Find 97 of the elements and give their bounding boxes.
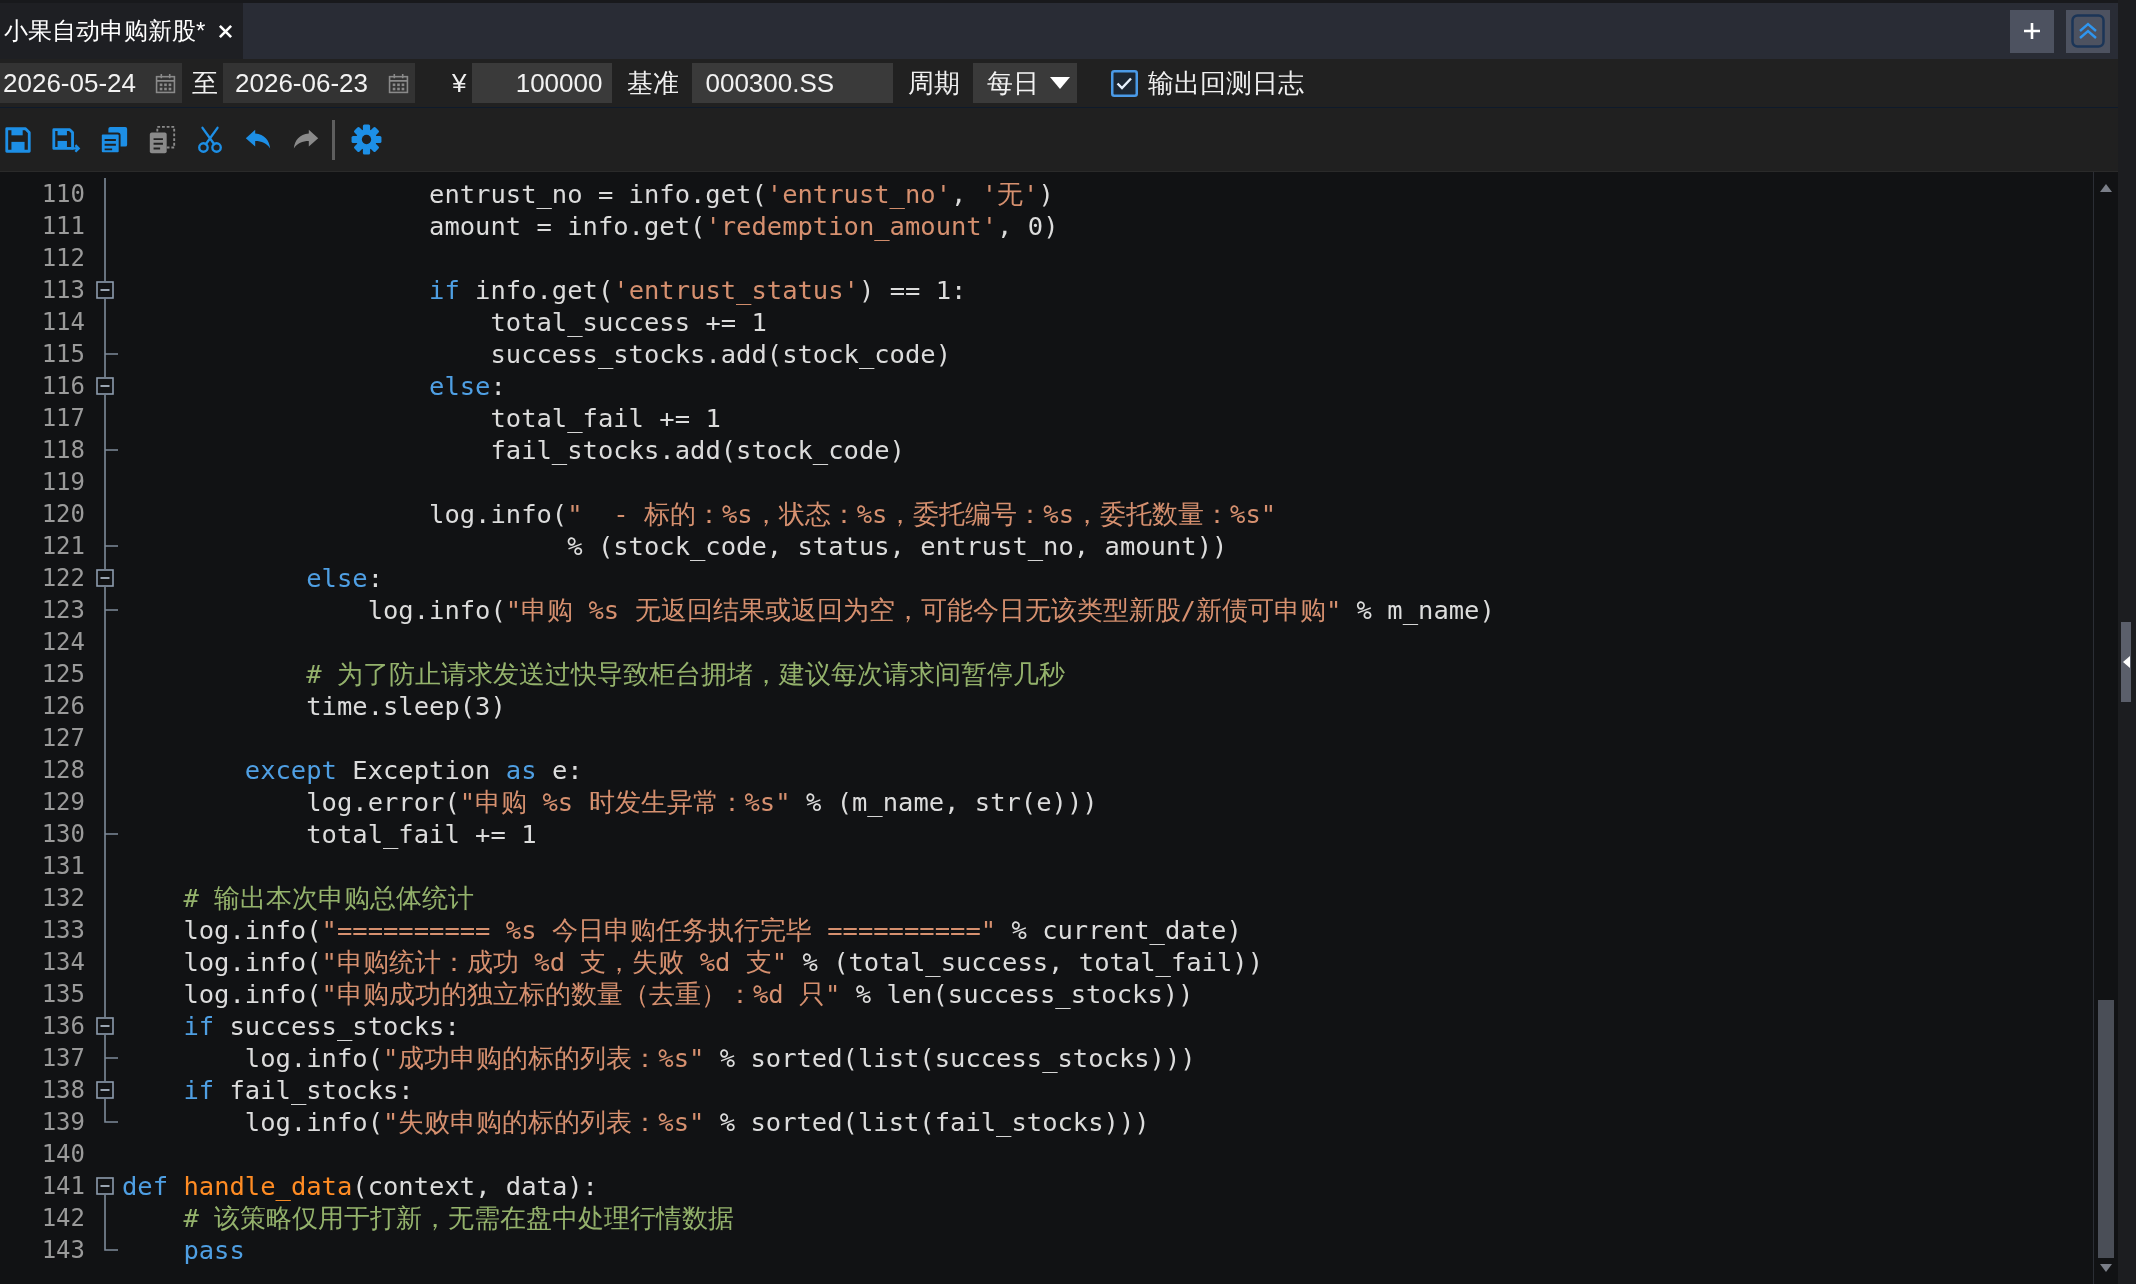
line-number: 141 [41, 1171, 85, 1202]
line-number: 140 [41, 1139, 85, 1170]
cut-icon[interactable] [195, 124, 225, 155]
line-number: 115 [41, 339, 85, 370]
date-range-label: 至 [192, 66, 218, 100]
line-number: 129 [41, 787, 85, 818]
code-line: # 该策略仅用于打新，无需在盘中处理行情数据 [183, 1203, 735, 1233]
fold-toggle[interactable] [96, 1017, 114, 1035]
code-line: # 为了防止请求发送过快导致柜台拥堵，建议每次请求间暂停几秒 [306, 659, 1065, 689]
code-line: total_fail += 1 [490, 403, 721, 433]
caret-icon [2122, 656, 2130, 668]
fold-toggle[interactable] [96, 377, 114, 395]
fold-toggle[interactable] [96, 281, 114, 299]
code-line: log.info("失败申购的标的列表：%s" % sorted(list(fail_stocks))) [244, 1107, 1150, 1137]
calendar-icon[interactable] [388, 72, 409, 94]
copy-icon[interactable] [99, 124, 129, 155]
line-number: 113 [41, 275, 85, 306]
line-number: 135 [41, 979, 85, 1010]
line-number: 114 [41, 307, 85, 338]
fold-toggle[interactable] [96, 1081, 114, 1099]
date-field[interactable]: 2026-05-24 [0, 63, 182, 103]
line-number: 120 [41, 499, 85, 530]
line-number: 119 [41, 467, 85, 498]
code-line: log.info(" - 标的：%s，状态：%s，委托编号：%s，委托数量：%s" [429, 499, 1277, 529]
caret-icon [1049, 76, 1072, 90]
code-line: success_stocks.add(stock_code) [490, 339, 952, 369]
amount-field[interactable]: 100000 [472, 63, 613, 103]
code-line: total_fail += 1 [306, 819, 537, 849]
code-line: else: [306, 563, 383, 593]
benchmark-field[interactable]: 000300.SS [692, 63, 894, 103]
code-line: def handle_data(context, data): [122, 1171, 598, 1201]
side-panel-handle[interactable] [2121, 622, 2131, 702]
line-number: 123 [41, 595, 85, 626]
code-line: else: [429, 371, 506, 401]
line-number: 143 [41, 1235, 85, 1266]
line-number: 127 [41, 723, 85, 754]
line-number: 139 [41, 1107, 85, 1138]
currency-symbol: ¥ [452, 67, 467, 99]
line-number: 136 [41, 1011, 85, 1042]
line-number: 130 [41, 819, 85, 850]
code-line: log.info("申购 %s 无返回结果或返回为空，可能今日无该类型新股/新债可申购" % m_name) [367, 595, 1495, 625]
line-number: 111 [41, 211, 85, 242]
code-line: amount = info.get('redemption_amount', 0) [429, 211, 1059, 241]
code-line: # 输出本次申购总体统计 [183, 883, 475, 913]
line-number: 124 [41, 627, 85, 658]
collapse-button[interactable] [2066, 9, 2110, 53]
benchmark-label: 基准 [627, 66, 680, 100]
code-line: log.info("申购统计：成功 %d 支，失败 %d 支" % (total_success, total_fail)) [183, 947, 1264, 977]
settings-icon[interactable] [350, 123, 383, 156]
line-number: 138 [41, 1075, 85, 1106]
code-line: if fail_stocks: [183, 1075, 414, 1105]
line-number: 125 [41, 659, 85, 690]
calendar-icon[interactable] [155, 72, 176, 94]
line-number: 131 [41, 851, 85, 882]
code-line: time.sleep(3) [306, 691, 506, 721]
line-number: 128 [41, 755, 85, 786]
line-number: 118 [41, 435, 85, 466]
code-line: % (stock_code, status, entrust_no, amount)) [567, 531, 1228, 561]
line-number: 133 [41, 915, 85, 946]
code-line: fail_stocks.add(stock_code) [490, 435, 905, 465]
editor-tab[interactable]: 小果自动申购新股* [0, 3, 244, 59]
line-number: 112 [41, 243, 85, 274]
code-line: entrust_no = info.get('entrust_no', '无') [429, 179, 1054, 209]
code-line: pass [183, 1235, 245, 1265]
line-number: 142 [41, 1203, 85, 1234]
code-line: total_success += 1 [490, 307, 767, 337]
plus-icon [2023, 22, 2041, 40]
code-line: except Exception as e: [244, 755, 583, 785]
log-checkbox[interactable] [1111, 69, 1139, 97]
code-line: log.error("申购 %s 时发生异常：%s" % (m_name, str(e))) [306, 787, 1098, 817]
fold-toggle[interactable] [96, 1177, 114, 1195]
code-line: if success_stocks: [183, 1011, 460, 1041]
fold-toggle[interactable] [96, 569, 114, 587]
code-line: if info.get('entrust_status') == 1: [429, 275, 967, 305]
line-number: 121 [41, 531, 85, 562]
scroll-down-icon[interactable] [2100, 1264, 2112, 1272]
code-line: log.info("申购成功的独立标的数量（去重）：%d 只" % len(success_stocks)) [183, 979, 1194, 1009]
log-checkbox-label[interactable]: 输出回测日志 [1148, 65, 1305, 101]
double-chevron-up-icon [2071, 14, 2105, 48]
line-number: 126 [41, 691, 85, 722]
period-label: 周期 [908, 66, 961, 100]
scroll-up-icon[interactable] [2100, 184, 2112, 192]
add-tab-button[interactable] [2010, 9, 2054, 53]
save-icon[interactable] [3, 124, 33, 155]
line-number: 116 [41, 371, 85, 402]
date-field[interactable]: 2026-06-23 [223, 63, 415, 103]
code-line: log.info("成功申购的标的列表：%s" % sorted(list(success_stocks))) [244, 1043, 1196, 1073]
period-dropdown[interactable]: 每日 [973, 63, 1078, 103]
line-number: 137 [41, 1043, 85, 1074]
code-line: log.info("========== %s 今日申购任务执行完毕 ==========" % current_date) [183, 915, 1242, 945]
line-number: 134 [41, 947, 85, 978]
line-number: 122 [41, 563, 85, 594]
close-icon[interactable] [218, 23, 234, 39]
line-number: 117 [41, 403, 85, 434]
line-number: 110 [41, 179, 85, 210]
line-number: 132 [41, 883, 85, 914]
scrollbar-thumb[interactable] [2098, 1000, 2114, 1258]
